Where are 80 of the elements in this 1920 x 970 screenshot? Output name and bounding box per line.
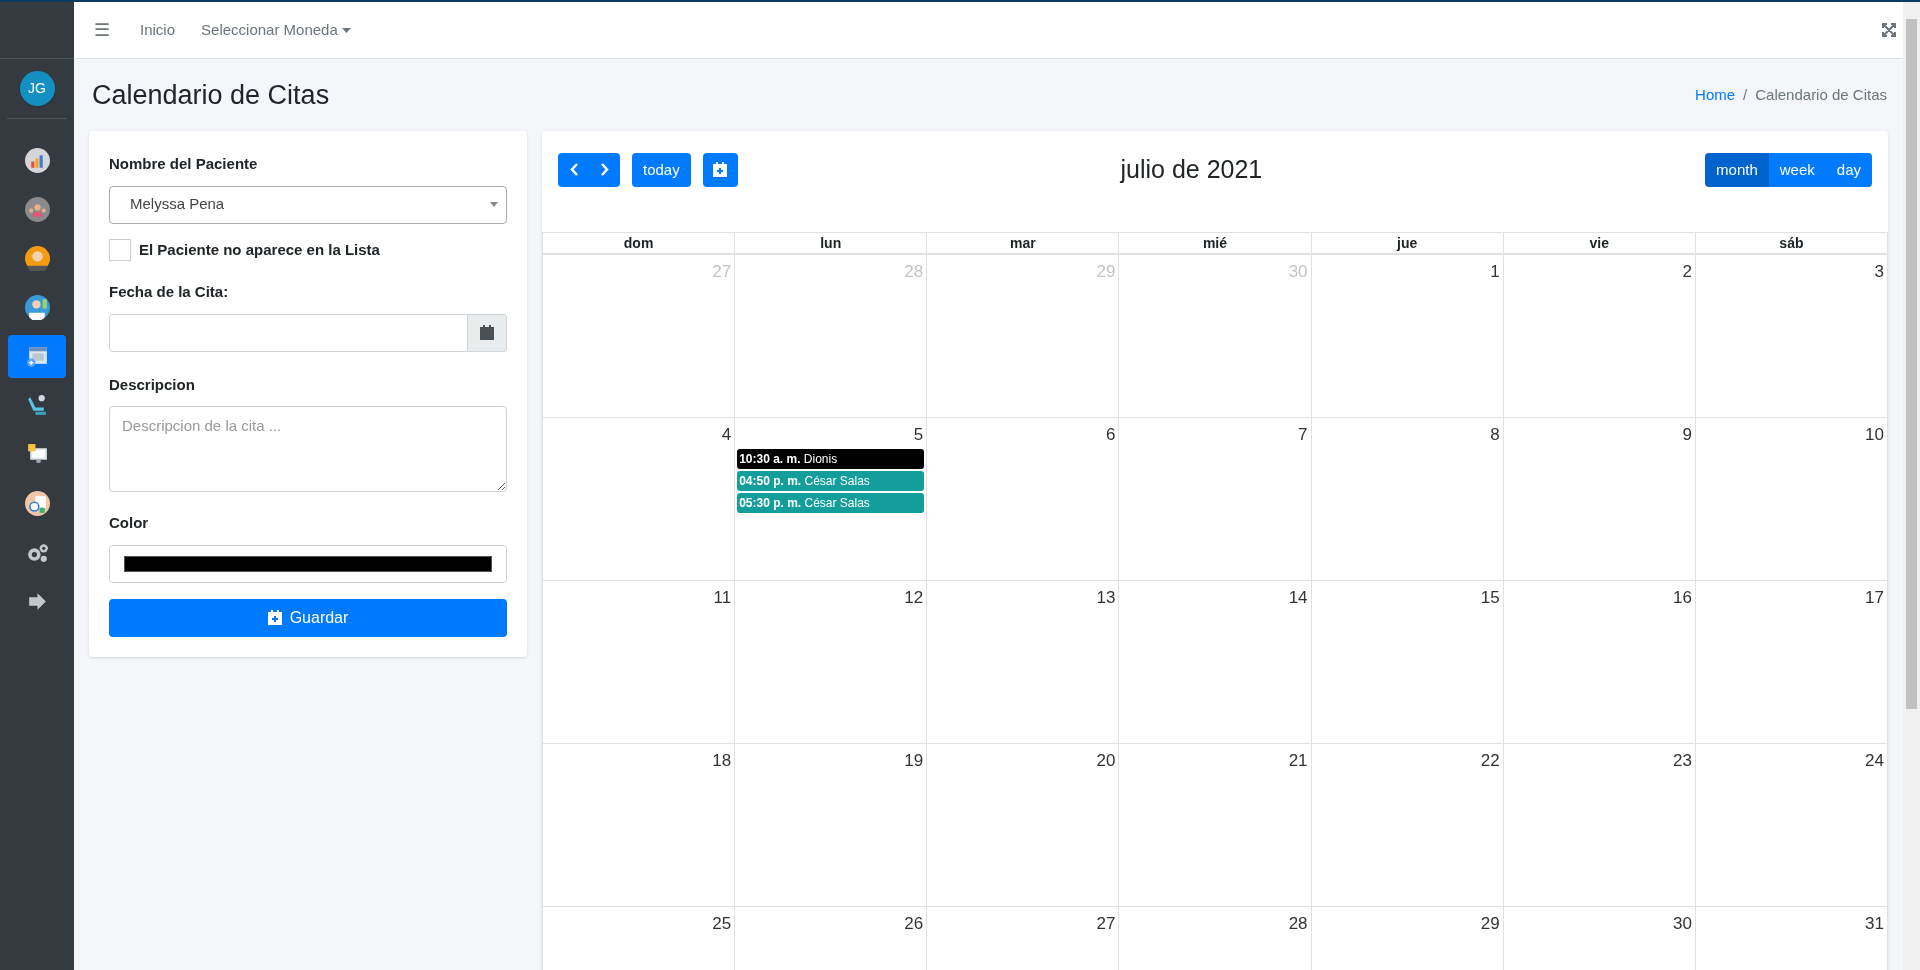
day-number[interactable]: 16 (1672, 584, 1693, 610)
weekday-header: sáb (1779, 234, 1804, 251)
day-number[interactable]: 28 (1288, 910, 1309, 936)
day-number[interactable]: 27 (1096, 910, 1117, 936)
user-avatar[interactable]: JG (19, 71, 55, 106)
day-number[interactable]: 10 (1865, 421, 1885, 447)
calendar-plus-icon (267, 610, 282, 625)
day-number[interactable]: 30 (1672, 910, 1693, 936)
nav-link[interactable]: Inicio (140, 18, 176, 42)
day-number[interactable]: 24 (1865, 747, 1885, 773)
day-number[interactable]: 4 (721, 421, 733, 447)
day-number[interactable]: 17 (1865, 584, 1885, 610)
weekday-header: mié (1202, 234, 1228, 251)
breadcrumb-separator: / (1743, 84, 1748, 105)
add-event-button[interactable] (702, 152, 738, 187)
breadcrumb-current: Calendario de Citas (1755, 84, 1887, 105)
day-number[interactable]: 1 (1490, 258, 1501, 284)
chart-icon (24, 148, 50, 173)
clock-icon (24, 491, 50, 516)
field-label: Descripcion (109, 374, 196, 395)
day-number[interactable]: 25 (712, 910, 733, 936)
description-field[interactable]: Descripcion de la cita ... (109, 406, 507, 492)
day-number[interactable]: 26 (904, 910, 925, 936)
day-number[interactable]: 15 (1480, 584, 1501, 610)
day-number[interactable]: 23 (1672, 747, 1693, 773)
calendar-event[interactable]: 10:30 a. m. Dionis (737, 449, 925, 469)
day-number[interactable]: 12 (904, 584, 925, 610)
scrollbar[interactable] (1903, 2, 1920, 970)
currency-dropdown[interactable]: Seleccionar Moneda (201, 18, 351, 42)
caret-icon (341, 27, 351, 33)
weekday-header: lun (820, 234, 842, 251)
day-number[interactable]: 22 (1480, 747, 1501, 773)
field-label: Nombre del Paciente (109, 154, 259, 174)
field-label: Color (109, 513, 150, 533)
day-number[interactable]: 5 (913, 421, 925, 447)
calendar-icon (24, 344, 50, 369)
calendar-icon (480, 325, 494, 340)
page-title: Calendario de Citas (91, 78, 330, 112)
checkbox-label: El Paciente no aparece en la Lista (139, 239, 380, 260)
view-tab[interactable]: day (1825, 152, 1872, 187)
weekday-header: dom (623, 234, 654, 251)
weekday-header: jue (1397, 234, 1418, 251)
weekday-header: mar (1010, 234, 1036, 251)
chevron-right-icon (600, 163, 609, 177)
date-field[interactable] (109, 313, 468, 352)
day-number[interactable]: 18 (712, 747, 733, 773)
calendar-plus-icon (713, 162, 728, 178)
day-number[interactable]: 13 (1096, 584, 1117, 610)
day-number[interactable]: 20 (1096, 747, 1117, 773)
color-field[interactable] (109, 544, 507, 583)
day-number[interactable]: 14 (1288, 584, 1309, 610)
day-number[interactable]: 9 (1682, 421, 1693, 447)
day-number[interactable]: 6 (1105, 421, 1117, 447)
day-number[interactable]: 3 (1874, 258, 1885, 284)
doctor-icon (24, 295, 50, 320)
patient-select[interactable]: Melyssa Pena (109, 185, 507, 224)
people-icon (24, 197, 50, 222)
person-icon (24, 246, 50, 271)
day-number[interactable]: 11 (713, 584, 733, 610)
day-number[interactable]: 8 (1490, 421, 1501, 447)
menu-icon[interactable]: ☰ (90, 16, 114, 44)
day-number[interactable]: 2 (1682, 258, 1693, 284)
calendar-title: julio de 2021 (1120, 154, 1263, 185)
day-number[interactable]: 29 (1480, 910, 1501, 936)
breadcrumb-link[interactable]: Home (1695, 83, 1736, 107)
view-tab[interactable]: month (1705, 152, 1769, 187)
checkbox[interactable] (109, 238, 131, 261)
chevron-left-icon (569, 163, 578, 177)
save-button[interactable]: Guardar (109, 598, 507, 637)
day-number[interactable]: 31 (1865, 910, 1885, 936)
day-number[interactable]: 7 (1298, 421, 1309, 447)
fullscreen-icon[interactable] (1882, 23, 1896, 37)
field-label: Fecha de la Cita: (109, 282, 230, 302)
calendar-addon[interactable] (468, 313, 507, 352)
weekday-header: vie (1589, 234, 1609, 251)
today-button[interactable]: today (632, 152, 691, 187)
view-tab[interactable]: week (1768, 152, 1826, 187)
day-number[interactable]: 19 (904, 747, 925, 773)
day-number[interactable]: 21 (1288, 747, 1309, 773)
dropdown-caret-icon (490, 202, 498, 207)
